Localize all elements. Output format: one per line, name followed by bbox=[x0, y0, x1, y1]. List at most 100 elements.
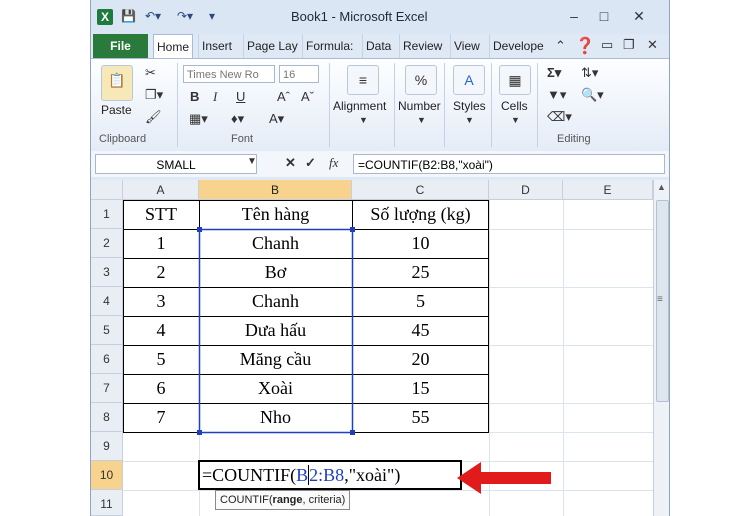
tab-view[interactable]: View bbox=[450, 34, 483, 58]
fill-icon[interactable]: ▼▾ bbox=[547, 87, 566, 103]
chevron-down-icon: ▼ bbox=[511, 115, 520, 125]
alignment-button[interactable]: Alignment bbox=[333, 99, 386, 113]
table-cell[interactable]: 15 bbox=[352, 374, 489, 403]
table-cell[interactable]: 55 bbox=[352, 403, 489, 432]
table-cell[interactable]: 7 bbox=[123, 403, 199, 432]
chevron-down-icon: ▼ bbox=[359, 115, 368, 125]
table-cell[interactable]: 3 bbox=[123, 287, 199, 316]
tab-data[interactable]: Data bbox=[362, 34, 394, 58]
group-separator bbox=[177, 63, 178, 147]
enter-icon[interactable]: ✓ bbox=[305, 155, 316, 171]
undo-icon[interactable]: ↶▾ bbox=[145, 9, 161, 23]
grow-font-icon[interactable]: Aˆ bbox=[277, 89, 290, 104]
tab-developer[interactable]: Develope bbox=[489, 34, 547, 58]
styles-icon[interactable]: A bbox=[453, 65, 485, 95]
customize-qat-icon[interactable]: ▾ bbox=[209, 9, 215, 23]
range-start: B bbox=[296, 465, 309, 485]
table-cell[interactable]: 25 bbox=[352, 258, 489, 287]
ribbon-minimize-icon[interactable]: ⌃ bbox=[555, 38, 566, 54]
doc-restore-icon[interactable]: ❐ bbox=[623, 37, 635, 53]
excel-window: X 💾 ↶▾ ↷▾ ▾ Book1 - Microsoft Excel – □ … bbox=[90, 0, 670, 516]
table-cell[interactable]: 2 bbox=[123, 258, 199, 287]
clear-icon[interactable]: ⌫▾ bbox=[547, 109, 572, 125]
table-header-item[interactable]: Tên hàng bbox=[199, 200, 352, 229]
tab-home[interactable]: Home bbox=[153, 34, 194, 58]
ribbon-tabs: File Home Insert Page Lay Formula: Data … bbox=[91, 34, 669, 58]
table-header-qty[interactable]: Số lượng (kg) bbox=[352, 200, 489, 229]
group-separator bbox=[491, 63, 492, 147]
tab-formulas[interactable]: Formula: bbox=[302, 34, 356, 58]
alignment-icon[interactable]: ≡ bbox=[347, 65, 379, 95]
formula-suffix: ,"xoài") bbox=[344, 465, 401, 485]
range-rest: 2:B8 bbox=[308, 465, 345, 485]
tab-insert[interactable]: Insert bbox=[198, 34, 235, 58]
name-box[interactable]: SMALL bbox=[95, 154, 257, 174]
active-cell-editor[interactable]: =COUNTIF(B2:B8,"xoài") bbox=[198, 460, 462, 490]
help-icon[interactable]: ❓ bbox=[575, 36, 595, 56]
table-cell[interactable]: 20 bbox=[352, 345, 489, 374]
table-cell[interactable]: 6 bbox=[123, 374, 199, 403]
table-cell[interactable]: Bơ bbox=[199, 258, 352, 287]
doc-minimize-icon[interactable]: ▭ bbox=[601, 37, 613, 53]
font-size-box[interactable]: 16 bbox=[279, 65, 319, 83]
tab-page-layout[interactable]: Page Lay bbox=[243, 34, 301, 58]
vertical-scrollbar[interactable]: ▲ ≡ bbox=[653, 180, 669, 516]
formula-bar: SMALL ▼ ✕ ✓ fx =COUNTIF(B2:B8,"xoài") bbox=[91, 151, 669, 177]
minimize-button[interactable]: – bbox=[561, 6, 587, 26]
find-select-icon[interactable]: 🔍▾ bbox=[581, 87, 604, 103]
table-cell[interactable]: 5 bbox=[352, 287, 489, 316]
close-button[interactable]: ✕ bbox=[626, 6, 652, 26]
cut-icon[interactable]: ✂ bbox=[145, 65, 156, 81]
bold-button[interactable]: B bbox=[190, 89, 199, 104]
styles-button[interactable]: Styles bbox=[453, 99, 486, 113]
table-cell[interactable]: 10 bbox=[352, 229, 489, 258]
table-cell[interactable]: 5 bbox=[123, 345, 199, 374]
shrink-font-icon[interactable]: Aˇ bbox=[301, 89, 314, 104]
formula-input[interactable]: =COUNTIF(B2:B8,"xoài") bbox=[353, 154, 665, 174]
function-tooltip[interactable]: COUNTIF(range, criteria) bbox=[215, 490, 351, 510]
table-cell[interactable]: 4 bbox=[123, 316, 199, 345]
number-button[interactable]: Number bbox=[398, 99, 441, 113]
table-cell[interactable]: Xoài bbox=[199, 374, 352, 403]
autosum-icon[interactable]: Σ▾ bbox=[547, 65, 561, 81]
underline-button[interactable]: U bbox=[236, 89, 245, 104]
table-cell[interactable]: Măng cầu bbox=[199, 345, 352, 374]
paste-button[interactable]: Paste bbox=[101, 103, 132, 117]
paste-icon[interactable]: 📋 bbox=[101, 65, 133, 101]
doc-close-icon[interactable]: ✕ bbox=[647, 37, 658, 53]
font-group-label: Font bbox=[231, 133, 254, 145]
ribbon: 📋 Paste ✂ ❐▾ 🖌 Clipboard Times New Ro 16… bbox=[91, 58, 669, 152]
table-cell[interactable]: Chanh bbox=[199, 287, 352, 316]
save-icon[interactable]: 💾 bbox=[121, 9, 136, 23]
table-cell[interactable]: Chanh bbox=[199, 229, 352, 258]
window-title: Book1 - Microsoft Excel bbox=[291, 9, 428, 24]
formula-prefix: =COUNTIF( bbox=[202, 465, 297, 485]
tab-review[interactable]: Review bbox=[399, 34, 445, 58]
redo-icon[interactable]: ↷▾ bbox=[177, 9, 193, 23]
format-painter-icon[interactable]: 🖌 bbox=[145, 109, 162, 125]
tab-file[interactable]: File bbox=[93, 34, 148, 58]
font-name-box[interactable]: Times New Ro bbox=[183, 65, 275, 83]
table-header-stt[interactable]: STT bbox=[123, 200, 199, 229]
cells-button[interactable]: Cells bbox=[501, 99, 528, 113]
scroll-up-icon[interactable]: ▲ bbox=[657, 182, 666, 192]
maximize-button[interactable]: □ bbox=[591, 6, 617, 26]
table-cell[interactable]: 45 bbox=[352, 316, 489, 345]
tooltip-rest: , criteria) bbox=[302, 494, 346, 506]
sort-filter-icon[interactable]: ⇅▾ bbox=[581, 65, 598, 81]
table-cell[interactable]: 1 bbox=[123, 229, 199, 258]
italic-button[interactable]: I bbox=[213, 89, 217, 105]
table-cell[interactable]: Dưa hấu bbox=[199, 316, 352, 345]
table-cell[interactable]: Nho bbox=[199, 403, 352, 432]
cancel-icon[interactable]: ✕ bbox=[285, 155, 296, 171]
font-color-icon[interactable]: A▾ bbox=[269, 111, 284, 127]
tooltip-function: COUNTIF( bbox=[220, 494, 273, 506]
cells-icon[interactable]: ▦ bbox=[499, 65, 531, 95]
borders-icon[interactable]: ▦▾ bbox=[189, 111, 208, 127]
excel-icon[interactable]: X bbox=[97, 9, 113, 25]
fill-color-icon[interactable]: ♦▾ bbox=[231, 111, 244, 127]
copy-icon[interactable]: ❐▾ bbox=[145, 87, 163, 103]
name-box-dropdown-icon[interactable]: ▼ bbox=[247, 156, 257, 167]
insert-function-button[interactable]: fx bbox=[329, 155, 338, 171]
number-icon[interactable]: % bbox=[405, 65, 437, 95]
